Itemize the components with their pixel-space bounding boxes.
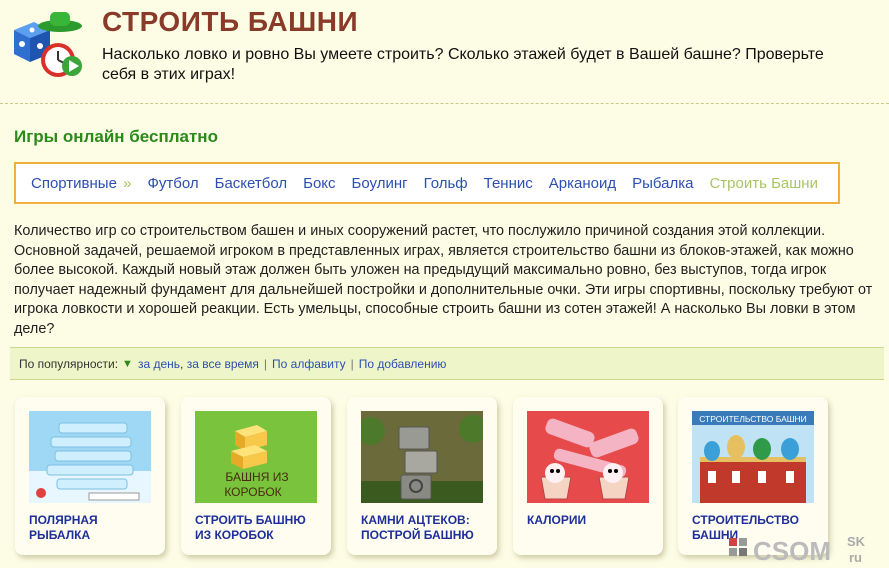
sort-separator: | <box>263 356 268 371</box>
nav-item-tennis[interactable]: Теннис <box>484 175 533 192</box>
sort-bar: По популярности: ▼ за день, за все время… <box>10 347 884 380</box>
page-title: СТРОИТЬ БАШНИ <box>102 6 359 37</box>
nav-item-tower-building[interactable]: Строить Башни <box>709 175 818 192</box>
category-nav: Спортивные » Футбол Баскетбол Бокс Боули… <box>14 162 840 204</box>
nav-item-football[interactable]: Футбол <box>147 175 198 192</box>
svg-text:ru: ru <box>849 550 862 565</box>
game-title[interactable]: СТРОИТЬ БАШНЮ ИЗ КОРОБОК <box>195 513 323 543</box>
game-thumbnail-box-tower[interactable]: БАШНЯ ИЗ КОРОБОК <box>195 411 317 503</box>
section-heading: Игры онлайн бесплатно <box>14 127 218 146</box>
game-thumbnail-calories[interactable] <box>527 411 649 503</box>
sort-label: По популярности: <box>19 356 119 371</box>
sort-alphabetical-link[interactable]: По алфавиту <box>272 357 346 371</box>
page-header: СТРОИТЬ БАШНИ Насколько ловко и ровно Вы… <box>0 0 889 104</box>
svg-text:БАШНЯ ИЗ: БАШНЯ ИЗ <box>225 470 288 484</box>
nav-item-sports[interactable]: Спортивные » <box>31 175 131 192</box>
collection-description: Количество игр со строительством башен и… <box>14 223 873 337</box>
game-card[interactable]: КАЛОРИИ <box>513 397 663 555</box>
nav-item-bowling[interactable]: Боулинг <box>352 175 408 192</box>
game-thumbnail-aztec-stones[interactable] <box>361 411 483 503</box>
svg-text:CSOM: CSOM <box>753 536 831 566</box>
nav-item-arkanoid[interactable]: Арканоид <box>549 175 616 192</box>
sort-by-added-link[interactable]: По добавлению <box>359 357 447 371</box>
svg-text:КОРОБОК: КОРОБОК <box>224 485 281 499</box>
dice-clock-logo-icon[interactable] <box>8 8 86 80</box>
sort-separator: | <box>350 356 354 371</box>
csom-watermark-logo: CSOM SK ru <box>729 534 866 566</box>
nav-item-boxing[interactable]: Бокс <box>303 175 335 192</box>
game-card[interactable]: КАМНИ АЦТЕКОВ: ПОСТРОЙ БАШНЮ <box>347 397 497 555</box>
game-card[interactable]: ПОЛЯРНАЯ РЫБАЛКА <box>15 397 165 555</box>
game-title[interactable]: ПОЛЯРНАЯ РЫБАЛКА <box>29 513 157 543</box>
raquo-icon: » <box>123 174 132 192</box>
nav-item-basketball[interactable]: Баскетбол <box>215 175 288 192</box>
svg-text:СТРОИТЕЛЬСТВО БАШНИ: СТРОИТЕЛЬСТВО БАШНИ <box>699 414 807 424</box>
nav-item-label: Спортивные <box>31 174 117 192</box>
nav-item-fishing[interactable]: Рыбалка <box>632 175 693 192</box>
comma-separator: , <box>180 356 187 371</box>
nav-item-golf[interactable]: Гольф <box>424 175 468 192</box>
game-thumbnail-tower-construction[interactable]: СТРОИТЕЛЬСТВО БАШНИ <box>692 411 814 503</box>
sort-by-all-time-link[interactable]: за все время <box>187 357 259 371</box>
svg-text:SK: SK <box>847 534 866 549</box>
game-title[interactable]: КАМНИ АЦТЕКОВ: ПОСТРОЙ БАШНЮ <box>361 513 489 543</box>
game-card[interactable]: БАШНЯ ИЗ КОРОБОК СТРОИТЬ БАШНЮ ИЗ КОРОБО… <box>181 397 331 555</box>
triangle-down-icon: ▼ <box>122 357 133 370</box>
header-divider <box>0 103 889 104</box>
page-subtitle: Насколько ловко и ровно Вы умеете строит… <box>102 46 824 83</box>
game-title[interactable]: КАЛОРИИ <box>527 513 655 528</box>
game-thumbnail-polar-fishing[interactable] <box>29 411 151 503</box>
sort-by-day-link[interactable]: за день <box>138 357 180 371</box>
